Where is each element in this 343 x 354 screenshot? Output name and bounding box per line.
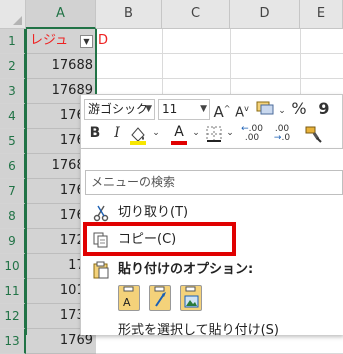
paste-formulas-icon[interactable]: [149, 285, 171, 311]
menu-item-label: 形式を選択して貼り付け(S): [118, 323, 280, 338]
menu-search-input[interactable]: メニューの検索: [85, 170, 343, 195]
row-header[interactable]: 5: [0, 129, 26, 154]
font-size-value: 11: [162, 102, 178, 116]
highlight-box: [83, 222, 236, 256]
row-header[interactable]: 12: [0, 304, 26, 329]
chevron-down-icon: ▼: [145, 104, 152, 114]
font-size-dropdown[interactable]: 11 ▼: [158, 99, 210, 120]
paint-bucket-icon: [130, 127, 146, 145]
row-header[interactable]: 6: [0, 154, 26, 179]
paste-picture-icon[interactable]: [180, 285, 202, 311]
bold-button[interactable]: B: [86, 123, 104, 143]
font-name-value: 游ゴシック: [88, 102, 149, 116]
column-header-b[interactable]: B: [96, 0, 162, 29]
row-header[interactable]: 13: [0, 329, 26, 354]
font-color-button[interactable]: A: [168, 125, 190, 145]
grow-font-button[interactable]: A^: [213, 99, 231, 122]
scissors-icon: [92, 204, 110, 222]
paste-icon[interactable]: A: [118, 285, 140, 311]
row-header[interactable]: 3: [0, 79, 26, 104]
row-header[interactable]: 4: [0, 104, 26, 129]
row-header[interactable]: 2: [0, 54, 26, 79]
comma-style-button[interactable]: 9: [315, 99, 333, 119]
column-header-a[interactable]: A: [26, 0, 96, 29]
row-header[interactable]: 11: [0, 279, 26, 304]
chevron-down-icon[interactable]: ⌄: [225, 123, 235, 143]
grid-line: [96, 78, 343, 79]
menu-item-label: 貼り付けのオプション:: [118, 262, 254, 277]
mini-toolbar: 游ゴシック ▼ 11 ▼ A^ Av ⌄ % 9 B I ⌄ A ⌄ ⌄ ←.0…: [80, 94, 343, 149]
chevron-down-icon: ▼: [200, 104, 207, 114]
chevron-down-icon[interactable]: ⌄: [277, 101, 287, 121]
column-header-e[interactable]: E: [300, 0, 343, 29]
menu-item-paste-special[interactable]: 形式を選択して貼り付け(S): [86, 317, 343, 345]
menu-item-paste-options: 貼り付けのオプション:: [86, 256, 343, 284]
column-header-d[interactable]: D: [230, 0, 300, 29]
row-header[interactable]: 9: [0, 229, 26, 254]
chevron-down-icon[interactable]: ⌄: [191, 123, 201, 143]
number-format-icon[interactable]: [254, 99, 276, 121]
svg-text:A: A: [123, 296, 131, 309]
row-header[interactable]: 1: [0, 29, 26, 54]
row-header[interactable]: 10: [0, 254, 26, 279]
format-painter-icon[interactable]: [303, 124, 323, 144]
shrink-font-button[interactable]: Av: [233, 99, 251, 123]
font-color-swatch: [171, 141, 187, 145]
decrease-decimal-button[interactable]: .00 →.0: [269, 125, 295, 143]
italic-button[interactable]: I: [108, 123, 126, 143]
increase-decimal-button[interactable]: ←.00.00: [239, 125, 265, 143]
menu-search-placeholder: メニューの検索: [91, 175, 176, 189]
font-name-dropdown[interactable]: 游ゴシック ▼: [84, 99, 155, 120]
clipboard-icon: [92, 261, 110, 279]
borders-icon[interactable]: [205, 125, 223, 143]
column-header-c[interactable]: C: [162, 0, 230, 29]
cell-b1[interactable]: D: [97, 29, 108, 54]
select-all-corner[interactable]: [0, 0, 26, 29]
percent-style-button[interactable]: %: [289, 99, 309, 119]
grid-line: [96, 53, 343, 54]
font-color-letter: A: [174, 124, 184, 140]
row-header[interactable]: 7: [0, 179, 26, 204]
highlight-color-button[interactable]: [128, 125, 150, 145]
chevron-down-icon[interactable]: ⌄: [151, 123, 161, 143]
row-header[interactable]: 8: [0, 204, 26, 229]
